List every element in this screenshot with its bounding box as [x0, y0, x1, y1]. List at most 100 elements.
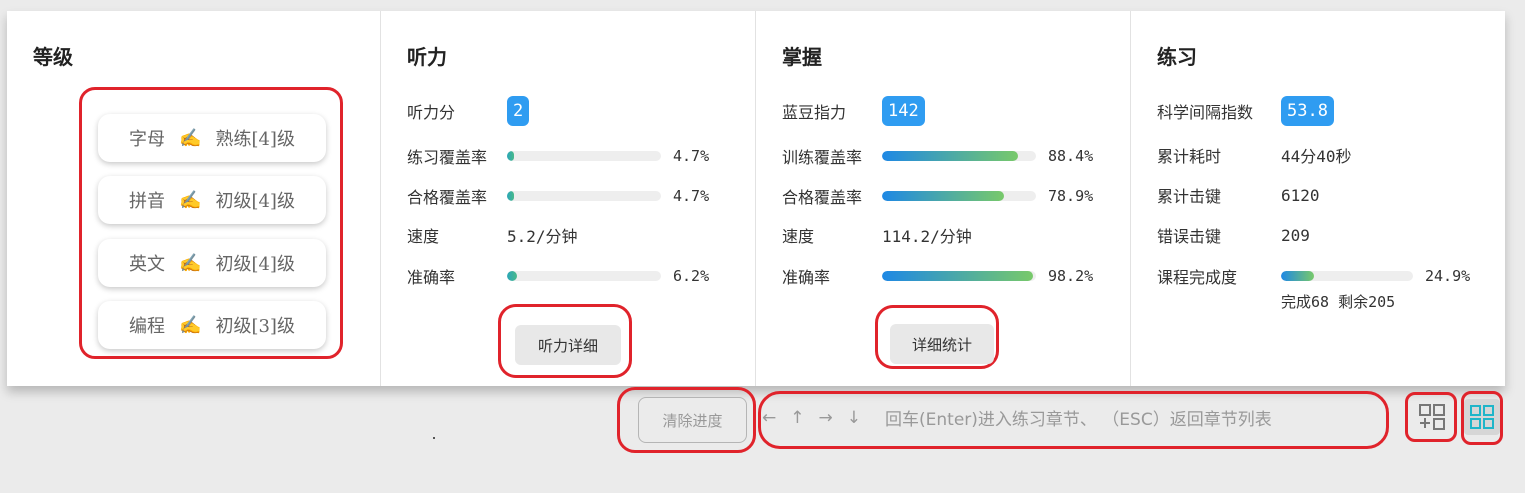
level-card-name: 字母: [129, 129, 166, 150]
qualified-coverage-value: 78.9%: [1048, 187, 1094, 205]
level-card-name: 拼音: [129, 191, 166, 212]
mastery-title: 掌握: [782, 45, 822, 69]
time-row: 累计耗时 44分40秒: [1157, 143, 1352, 167]
writing-hand-icon: ✍: [179, 252, 202, 274]
qualified-coverage-label: 合格覆盖率: [407, 188, 488, 207]
listening-score-label: 听力分: [407, 103, 456, 122]
interval-label: 科学间隔指数: [1157, 103, 1254, 122]
bean-label: 蓝豆指力: [782, 103, 847, 122]
training-coverage-fill: [882, 151, 1019, 161]
listening-score-row: 听力分 2: [407, 96, 530, 126]
listening-speed-row: 速度 5.2/分钟: [407, 223, 578, 247]
keys-row: 累计击键 6120: [1157, 183, 1320, 207]
level-card-pinyin[interactable]: 拼音 ✍ 初级[4]级: [98, 176, 326, 224]
completion-detail: 完成68 剩余205: [1281, 293, 1396, 311]
arrow-right-icon: →: [818, 407, 833, 428]
completion-value: 24.9%: [1425, 267, 1471, 285]
accuracy-bar: [882, 271, 1036, 281]
level-cards-highlight: 字母 ✍ 熟练[4]级 拼音 ✍ 初级[4]级 英文 ✍ 初级[4]级 编程 ✍…: [79, 87, 343, 359]
stats-panel: 等级 字母 ✍ 熟练[4]级 拼音 ✍ 初级[4]级 英文 ✍ 初级[4]级 编…: [7, 11, 1505, 386]
mastery-column: 掌握 蓝豆指力 142 训练覆盖率 88.4% 合格覆盖率 78.9% 速度 1…: [756, 11, 1131, 386]
practice-column: 练习 科学间隔指数 53.8 累计耗时 44分40秒 累计击键 6120 错误击…: [1131, 11, 1505, 386]
listening-detail-button[interactable]: 听力详细: [515, 325, 621, 365]
accuracy-bar: [507, 271, 661, 281]
grid-view-button[interactable]: [1464, 399, 1500, 435]
keys-value: 6120: [1281, 185, 1320, 205]
listening-practice-coverage-row: 练习覆盖率 4.7%: [407, 144, 709, 168]
training-coverage-row: 训练覆盖率 88.4%: [782, 144, 1093, 168]
arrow-left-icon: ←: [762, 407, 777, 428]
practice-title: 练习: [1157, 45, 1197, 69]
listening-column: 听力 听力分 2 练习覆盖率 4.7% 合格覆盖率 4.7% 速度 5.2/分钟…: [381, 11, 756, 386]
errors-row: 错误击键 209: [1157, 223, 1310, 247]
errors-label: 错误击键: [1157, 227, 1222, 246]
level-card-programming[interactable]: 编程 ✍ 初级[3]级: [98, 301, 326, 349]
time-label: 累计耗时: [1157, 147, 1222, 166]
practice-coverage-value: 4.7%: [673, 147, 710, 165]
level-card-name: 英文: [129, 254, 166, 275]
mastery-speed-row: 速度 114.2/分钟: [782, 223, 972, 247]
completion-fill: [1281, 271, 1314, 281]
qualified-coverage-label: 合格覆盖率: [782, 188, 863, 207]
mastery-accuracy-row: 准确率 98.2%: [782, 264, 1093, 288]
accuracy-value: 98.2%: [1048, 267, 1094, 285]
training-coverage-label: 训练覆盖率: [782, 148, 863, 167]
level-card-name: 编程: [129, 316, 166, 337]
listening-qualified-coverage-row: 合格覆盖率 4.7%: [407, 184, 709, 208]
practice-coverage-label: 练习覆盖率: [407, 148, 488, 167]
accuracy-fill: [882, 271, 1034, 281]
interval-row: 科学间隔指数 53.8: [1157, 96, 1334, 126]
training-coverage-bar: [882, 151, 1036, 161]
add-grid-icon: [1419, 404, 1445, 430]
interval-badge: 53.8: [1281, 96, 1334, 126]
qualified-coverage-bar: [882, 191, 1036, 201]
accuracy-label: 准确率: [782, 268, 831, 287]
mastery-detail-button[interactable]: 详细统计: [890, 324, 994, 364]
practice-coverage-fill: [507, 151, 515, 161]
qualified-coverage-value: 4.7%: [673, 187, 710, 205]
add-grid-button[interactable]: [1414, 399, 1450, 435]
accuracy-fill: [507, 271, 517, 281]
qualified-coverage-fill: [507, 191, 515, 201]
completion-row: 课程完成度 24.9%: [1157, 264, 1470, 288]
writing-hand-icon: ✍: [179, 189, 202, 211]
hint-text: 回车(Enter)进入练习章节、 （ESC）返回章节列表: [885, 410, 1272, 430]
grid-view-icon: [1470, 405, 1494, 429]
bean-badge: 142: [882, 96, 925, 126]
listening-title: 听力: [407, 45, 447, 69]
level-title: 等级: [33, 45, 73, 69]
stray-dot: [433, 437, 435, 439]
writing-hand-icon: ✍: [179, 127, 202, 149]
completion-bar: [1281, 271, 1413, 281]
mastery-qualified-coverage-row: 合格覆盖率 78.9%: [782, 184, 1093, 208]
practice-coverage-bar: [507, 151, 661, 161]
speed-value: 5.2/分钟: [507, 227, 578, 246]
level-card-level: 初级[4]级: [215, 254, 295, 275]
qualified-coverage-bar: [507, 191, 661, 201]
writing-hand-icon: ✍: [179, 314, 202, 336]
arrow-down-icon: ↓: [846, 407, 861, 428]
level-card-level: 初级[4]级: [215, 191, 295, 212]
level-card-level: 熟练[4]级: [215, 129, 295, 150]
qualified-coverage-fill: [882, 191, 1004, 201]
listening-accuracy-row: 准确率 6.2%: [407, 264, 709, 288]
accuracy-value: 6.2%: [673, 267, 710, 285]
level-card-level: 初级[3]级: [215, 316, 295, 337]
time-value: 44分40秒: [1281, 147, 1352, 166]
arrow-up-icon: ↑: [790, 407, 805, 428]
bean-row: 蓝豆指力 142: [782, 96, 925, 126]
accuracy-label: 准确率: [407, 268, 456, 287]
level-card-letters[interactable]: 字母 ✍ 熟练[4]级: [98, 114, 326, 162]
completion-label: 课程完成度: [1157, 268, 1238, 287]
level-card-english[interactable]: 英文 ✍ 初级[4]级: [98, 239, 326, 287]
keys-label: 累计击键: [1157, 187, 1222, 206]
clear-progress-button[interactable]: 清除进度: [638, 397, 747, 443]
level-column: 等级 字母 ✍ 熟练[4]级 拼音 ✍ 初级[4]级 英文 ✍ 初级[4]级 编…: [7, 11, 381, 386]
speed-label: 速度: [782, 227, 815, 246]
training-coverage-value: 88.4%: [1048, 147, 1094, 165]
speed-label: 速度: [407, 227, 440, 246]
listening-score-badge: 2: [507, 96, 530, 126]
errors-value: 209: [1281, 225, 1310, 245]
speed-value: 114.2/分钟: [882, 227, 972, 246]
keyboard-hint: ← ↑ → ↓ 回车(Enter)进入练习章节、 （ESC）返回章节列表: [762, 405, 1272, 431]
